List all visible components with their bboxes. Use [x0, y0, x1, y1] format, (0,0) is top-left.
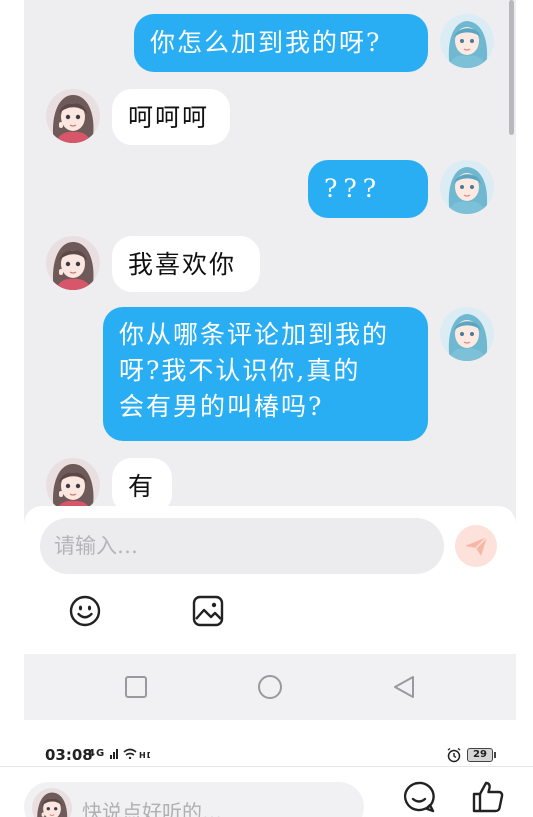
- my-avatar[interactable]: [440, 307, 494, 361]
- contact-avatar[interactable]: [46, 89, 100, 143]
- status-bar: 03:08 4G HD 29: [0, 740, 533, 772]
- image-button[interactable]: [191, 594, 225, 628]
- clock: 03:08: [45, 746, 93, 764]
- contact-avatar[interactable]: [46, 458, 100, 512]
- message-input[interactable]: 请输入…: [40, 518, 444, 574]
- scrollbar[interactable]: [509, 0, 514, 135]
- back-button[interactable]: [391, 674, 417, 700]
- message-bubble-outgoing[interactable]: 你怎么加到我的呀?: [134, 14, 428, 72]
- like-button[interactable]: [471, 780, 505, 814]
- system-nav-bar: [24, 654, 516, 720]
- alarm-icon: [447, 747, 461, 763]
- triangle-back-icon: [394, 676, 414, 698]
- input-panel: 请输入…: [24, 506, 516, 654]
- my-avatar[interactable]: [440, 160, 494, 214]
- comment-icon: [403, 781, 435, 813]
- svg-text:HD: HD: [139, 751, 150, 759]
- square-icon: [125, 676, 147, 698]
- emoji-icon: [69, 595, 101, 627]
- emoji-button[interactable]: [68, 594, 102, 628]
- signal-indicator: 4G HD: [88, 747, 153, 760]
- comment-button[interactable]: [402, 780, 436, 814]
- image-icon: [192, 595, 224, 627]
- message-line: 呀?我不认识你,真的: [119, 356, 361, 385]
- network-type: 4G: [88, 748, 106, 759]
- message-bubble-incoming[interactable]: 我喜欢你: [112, 236, 260, 292]
- message-line: 会有男的叫椿吗?: [119, 392, 324, 421]
- home-button[interactable]: [257, 674, 283, 700]
- comment-input[interactable]: 快说点好听的…: [24, 782, 364, 817]
- signal-wifi-icon: HD: [109, 748, 153, 760]
- battery-indicator: 29: [467, 748, 493, 762]
- message-bubble-incoming[interactable]: 呵呵呵: [112, 89, 230, 145]
- battery-tip: [494, 752, 496, 758]
- message-line: 你从哪条评论加到我的: [119, 320, 390, 349]
- user-avatar[interactable]: [32, 788, 72, 817]
- comment-placeholder: 快说点好听的…: [82, 800, 222, 817]
- send-button[interactable]: [455, 525, 497, 567]
- contact-avatar[interactable]: [46, 236, 100, 290]
- my-avatar[interactable]: [440, 14, 494, 68]
- thumbs-up-icon: [472, 781, 504, 813]
- circle-icon: [258, 675, 282, 699]
- send-icon: [465, 536, 488, 556]
- divider: [0, 766, 533, 767]
- recent-apps-button[interactable]: [123, 674, 149, 700]
- message-bubble-outgoing[interactable]: 你从哪条评论加到我的 呀?我不认识你,真的 会有男的叫椿吗?: [103, 307, 428, 441]
- message-bubble-outgoing[interactable]: ???: [308, 160, 428, 218]
